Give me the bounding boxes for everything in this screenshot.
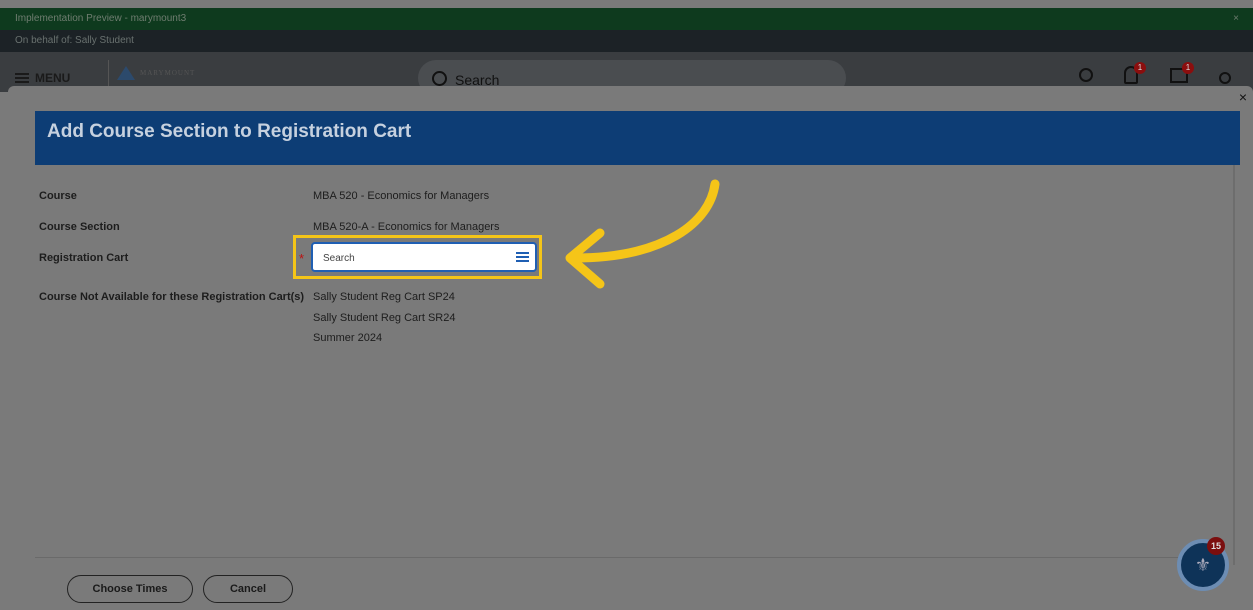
modal-title: Add Course Section to Registration Cart — [47, 121, 412, 142]
modal-header: Add Course Section to Registration Cart — [35, 111, 1240, 165]
menu-label: MENU — [35, 71, 71, 85]
modal-dialog: × Add Course Section to Registration Car… — [8, 86, 1253, 610]
not-available-item: Sally Student Reg Cart SP24 — [313, 291, 455, 303]
apps-icon[interactable] — [1079, 68, 1093, 82]
registration-cart-input[interactable] — [321, 248, 505, 268]
choose-times-button[interactable]: Choose Times — [67, 575, 193, 603]
search-icon — [432, 71, 447, 86]
preview-close-icon[interactable]: × — [1233, 13, 1239, 24]
registration-cart-field[interactable] — [311, 242, 537, 272]
help-badge: 15 — [1207, 537, 1225, 555]
inbox-badge: 1 — [1182, 62, 1194, 74]
notification-badge: 1 — [1134, 62, 1146, 74]
footer-divider — [35, 557, 1210, 558]
behalf-label: On behalf of: Sally Student — [15, 35, 134, 46]
logo-mark-icon — [117, 66, 135, 80]
not-available-item: Sally Student Reg Cart SR24 — [313, 312, 456, 324]
not-available-label: Course Not Available for these Registrat… — [39, 291, 305, 303]
menu-button[interactable]: MENU — [15, 71, 70, 85]
user-icon[interactable] — [1219, 72, 1231, 84]
registration-cart-label: Registration Cart — [39, 252, 129, 264]
logo-text: MARYMOUNT — [140, 69, 196, 77]
menu-icon — [15, 73, 29, 83]
logo[interactable]: MARYMOUNT — [108, 60, 198, 86]
cancel-button[interactable]: Cancel — [203, 575, 293, 603]
preview-label: Implementation Preview - marymount3 — [15, 13, 187, 24]
course-section-label: Course Section — [39, 221, 120, 233]
list-icon[interactable] — [516, 251, 529, 263]
scrollbar[interactable] — [1233, 165, 1235, 565]
not-available-item: Summer 2024 — [313, 332, 383, 344]
preview-bar: Implementation Preview - marymount3 × — [0, 8, 1253, 30]
behalf-bar: On behalf of: Sally Student — [0, 30, 1253, 52]
help-icon: ⚜ — [1194, 555, 1212, 575]
arrow-pointer-icon — [565, 179, 720, 289]
course-value: MBA 520 - Economics for Managers — [313, 190, 490, 202]
course-label: Course — [39, 190, 77, 202]
close-icon[interactable]: × — [1239, 89, 1247, 105]
course-section-value: MBA 520-A - Economics for Managers — [313, 221, 500, 233]
